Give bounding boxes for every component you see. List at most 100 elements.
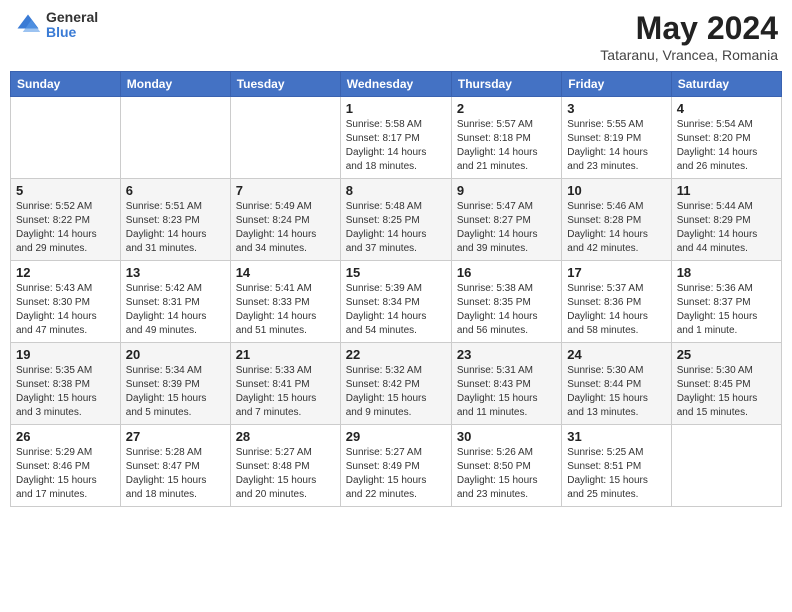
day-number: 5 <box>16 183 115 198</box>
day-info: Sunrise: 5:48 AMSunset: 8:25 PMDaylight:… <box>346 200 446 256</box>
day-info: Sunrise: 5:27 AMSunset: 8:48 PMDaylight:… <box>236 446 335 502</box>
day-info: Sunrise: 5:49 AMSunset: 8:24 PMDaylight:… <box>236 200 335 256</box>
calendar-cell: 24Sunrise: 5:30 AMSunset: 8:44 PMDayligh… <box>562 343 671 425</box>
day-number: 31 <box>567 429 665 444</box>
logo: General Blue <box>14 10 98 41</box>
day-info: Sunrise: 5:57 AMSunset: 8:18 PMDaylight:… <box>457 118 556 174</box>
weekday-header-thursday: Thursday <box>451 72 561 97</box>
calendar-week-2: 5 Sunrise: 5:52 AMSunset: 8:22 PMDaylight… <box>11 179 782 261</box>
calendar-cell: 10Sunrise: 5:46 AMSunset: 8:28 PMDayligh… <box>562 179 671 261</box>
calendar-cell: 26 Sunrise: 5:29 AMSunset: 8:46 PMDayligh… <box>11 425 121 507</box>
calendar-cell: 11 Sunrise: 5:44 AMSunset: 8:29 PMDayligh… <box>671 179 781 261</box>
day-number: 25 <box>677 347 776 362</box>
day-number: 13 <box>126 265 225 280</box>
calendar-week-1: 1 Sunrise: 5:58 AMSunset: 8:17 PMDaylight… <box>11 97 782 179</box>
weekday-header-row: SundayMondayTuesdayWednesdayThursdayFrid… <box>11 72 782 97</box>
day-number: 15 <box>346 265 446 280</box>
calendar-cell: 3Sunrise: 5:55 AMSunset: 8:19 PMDaylight… <box>562 97 671 179</box>
calendar-cell: 18Sunrise: 5:36 AMSunset: 8:37 PMDayligh… <box>671 261 781 343</box>
calendar-cell: 6 Sunrise: 5:51 AMSunset: 8:23 PMDaylight… <box>120 179 230 261</box>
calendar-cell: 19 Sunrise: 5:35 AMSunset: 8:38 PMDayligh… <box>11 343 121 425</box>
day-info: Sunrise: 5:51 AMSunset: 8:23 PMDaylight:… <box>126 200 225 256</box>
calendar-cell: 22 Sunrise: 5:32 AMSunset: 8:42 PMDayligh… <box>340 343 451 425</box>
day-number: 8 <box>346 183 446 198</box>
weekday-header-wednesday: Wednesday <box>340 72 451 97</box>
weekday-header-monday: Monday <box>120 72 230 97</box>
calendar-cell: 28Sunrise: 5:27 AMSunset: 8:48 PMDayligh… <box>230 425 340 507</box>
calendar-cell <box>120 97 230 179</box>
page-header: General Blue May 2024 Tataranu, Vrancea,… <box>10 10 782 63</box>
calendar-cell <box>671 425 781 507</box>
calendar-cell: 7 Sunrise: 5:49 AMSunset: 8:24 PMDaylight… <box>230 179 340 261</box>
day-info: Sunrise: 5:55 AMSunset: 8:19 PMDaylight:… <box>567 118 665 174</box>
calendar-cell: 27Sunrise: 5:28 AMSunset: 8:47 PMDayligh… <box>120 425 230 507</box>
day-info: Sunrise: 5:41 AMSunset: 8:33 PMDaylight:… <box>236 282 335 338</box>
day-info: Sunrise: 5:35 AMSunset: 8:38 PMDaylight:… <box>16 364 115 420</box>
day-info: Sunrise: 5:43 AMSunset: 8:30 PMDaylight:… <box>16 282 115 338</box>
day-info: Sunrise: 5:25 AMSunset: 8:51 PMDaylight:… <box>567 446 665 502</box>
day-info: Sunrise: 5:30 AMSunset: 8:45 PMDaylight:… <box>677 364 776 420</box>
day-info: Sunrise: 5:39 AMSunset: 8:34 PMDaylight:… <box>346 282 446 338</box>
day-number: 30 <box>457 429 556 444</box>
calendar-week-5: 26 Sunrise: 5:29 AMSunset: 8:46 PMDayligh… <box>11 425 782 507</box>
day-info: Sunrise: 5:26 AMSunset: 8:50 PMDaylight:… <box>457 446 556 502</box>
day-number: 2 <box>457 101 556 116</box>
day-info: Sunrise: 5:38 AMSunset: 8:35 PMDaylight:… <box>457 282 556 338</box>
day-number: 29 <box>346 429 446 444</box>
calendar-week-4: 19 Sunrise: 5:35 AMSunset: 8:38 PMDayligh… <box>11 343 782 425</box>
day-info: Sunrise: 5:54 AMSunset: 8:20 PMDaylight:… <box>677 118 776 174</box>
calendar-cell: 29 Sunrise: 5:27 AMSunset: 8:49 PMDayligh… <box>340 425 451 507</box>
calendar-cell: 9 Sunrise: 5:47 AMSunset: 8:27 PMDaylight… <box>451 179 561 261</box>
day-info: Sunrise: 5:32 AMSunset: 8:42 PMDaylight:… <box>346 364 446 420</box>
day-info: Sunrise: 5:44 AMSunset: 8:29 PMDaylight:… <box>677 200 776 256</box>
day-info: Sunrise: 5:34 AMSunset: 8:39 PMDaylight:… <box>126 364 225 420</box>
day-number: 6 <box>126 183 225 198</box>
calendar-cell: 13 Sunrise: 5:42 AMSunset: 8:31 PMDayligh… <box>120 261 230 343</box>
calendar-cell: 16Sunrise: 5:38 AMSunset: 8:35 PMDayligh… <box>451 261 561 343</box>
day-info: Sunrise: 5:42 AMSunset: 8:31 PMDaylight:… <box>126 282 225 338</box>
day-number: 27 <box>126 429 225 444</box>
calendar-cell: 5 Sunrise: 5:52 AMSunset: 8:22 PMDaylight… <box>11 179 121 261</box>
calendar-cell: 30 Sunrise: 5:26 AMSunset: 8:50 PMDayligh… <box>451 425 561 507</box>
title-section: May 2024 Tataranu, Vrancea, Romania <box>600 10 778 63</box>
day-number: 9 <box>457 183 556 198</box>
day-info: Sunrise: 5:33 AMSunset: 8:41 PMDaylight:… <box>236 364 335 420</box>
weekday-header-saturday: Saturday <box>671 72 781 97</box>
day-number: 14 <box>236 265 335 280</box>
day-info: Sunrise: 5:29 AMSunset: 8:46 PMDaylight:… <box>16 446 115 502</box>
day-info: Sunrise: 5:36 AMSunset: 8:37 PMDaylight:… <box>677 282 776 338</box>
day-number: 24 <box>567 347 665 362</box>
calendar-cell: 25 Sunrise: 5:30 AMSunset: 8:45 PMDayligh… <box>671 343 781 425</box>
logo-general: General <box>46 10 98 25</box>
calendar-cell: 8 Sunrise: 5:48 AMSunset: 8:25 PMDaylight… <box>340 179 451 261</box>
calendar-cell <box>11 97 121 179</box>
day-number: 26 <box>16 429 115 444</box>
day-number: 19 <box>16 347 115 362</box>
weekday-header-friday: Friday <box>562 72 671 97</box>
day-info: Sunrise: 5:46 AMSunset: 8:28 PMDaylight:… <box>567 200 665 256</box>
weekday-header-sunday: Sunday <box>11 72 121 97</box>
day-info: Sunrise: 5:31 AMSunset: 8:43 PMDaylight:… <box>457 364 556 420</box>
calendar-cell: 12 Sunrise: 5:43 AMSunset: 8:30 PMDayligh… <box>11 261 121 343</box>
day-number: 7 <box>236 183 335 198</box>
weekday-header-tuesday: Tuesday <box>230 72 340 97</box>
day-info: Sunrise: 5:37 AMSunset: 8:36 PMDaylight:… <box>567 282 665 338</box>
calendar-cell: 4 Sunrise: 5:54 AMSunset: 8:20 PMDaylight… <box>671 97 781 179</box>
calendar-cell: 31 Sunrise: 5:25 AMSunset: 8:51 PMDayligh… <box>562 425 671 507</box>
day-number: 22 <box>346 347 446 362</box>
day-info: Sunrise: 5:58 AMSunset: 8:17 PMDaylight:… <box>346 118 446 174</box>
day-number: 11 <box>677 183 776 198</box>
day-info: Sunrise: 5:52 AMSunset: 8:22 PMDaylight:… <box>16 200 115 256</box>
calendar-cell <box>230 97 340 179</box>
location: Tataranu, Vrancea, Romania <box>600 47 778 63</box>
day-number: 21 <box>236 347 335 362</box>
calendar-cell: 20Sunrise: 5:34 AMSunset: 8:39 PMDayligh… <box>120 343 230 425</box>
day-info: Sunrise: 5:47 AMSunset: 8:27 PMDaylight:… <box>457 200 556 256</box>
day-number: 12 <box>16 265 115 280</box>
calendar-cell: 1 Sunrise: 5:58 AMSunset: 8:17 PMDaylight… <box>340 97 451 179</box>
day-info: Sunrise: 5:27 AMSunset: 8:49 PMDaylight:… <box>346 446 446 502</box>
calendar-cell: 17Sunrise: 5:37 AMSunset: 8:36 PMDayligh… <box>562 261 671 343</box>
day-number: 4 <box>677 101 776 116</box>
day-number: 1 <box>346 101 446 116</box>
calendar-table: SundayMondayTuesdayWednesdayThursdayFrid… <box>10 71 782 507</box>
